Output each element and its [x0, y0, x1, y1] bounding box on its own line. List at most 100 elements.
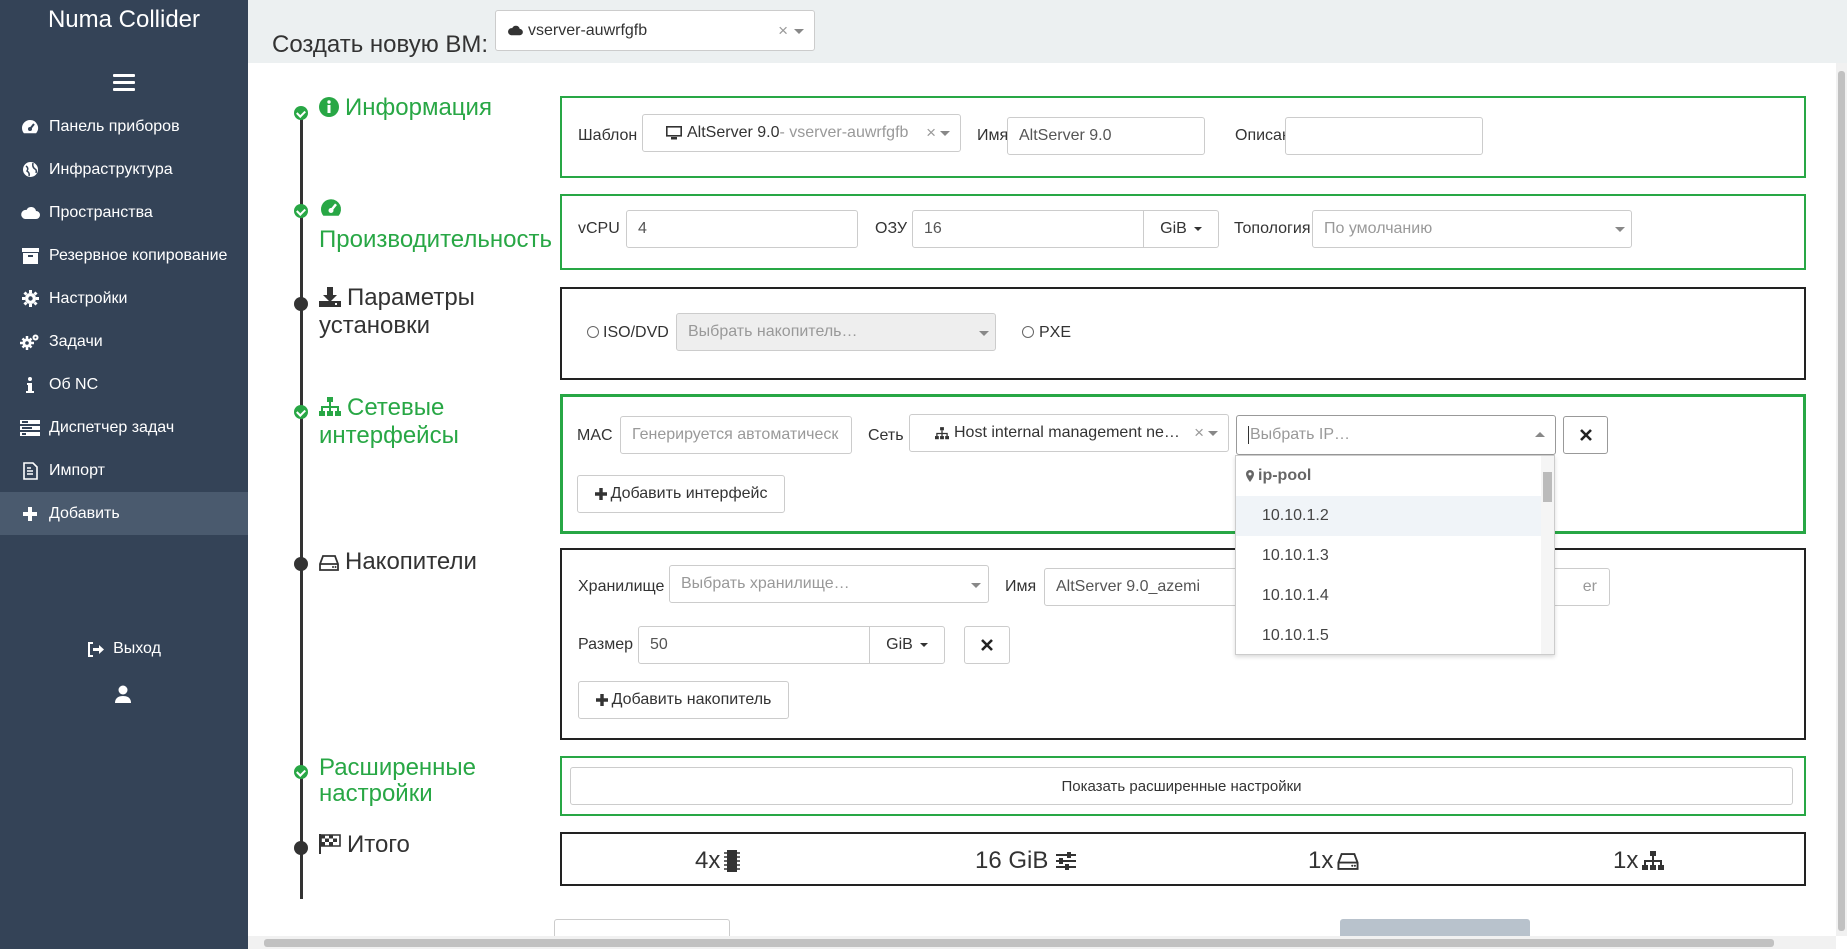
sitemap-icon: [1642, 851, 1665, 871]
section-title-install: Параметры установки: [319, 284, 475, 339]
step-pending-icon: [294, 297, 308, 311]
close-icon: [981, 639, 993, 651]
desktop-icon: [666, 126, 682, 140]
sidebar: Numa Collider Панель приборов Инфраструк…: [0, 0, 248, 949]
vcpu-input[interactable]: 4: [626, 210, 858, 248]
pxe-radio[interactable]: [1022, 326, 1034, 338]
network-select[interactable]: Host internal management ne… ×: [909, 414, 1229, 452]
chevron-down-icon[interactable]: [1208, 431, 1218, 436]
step-done-icon: [294, 204, 308, 218]
sidebar-item-spaces[interactable]: Пространства: [0, 191, 248, 234]
reset-button[interactable]: [554, 919, 730, 936]
section-title-performance: Производительность: [319, 198, 552, 253]
topology-select[interactable]: По умолчанию: [1312, 210, 1632, 248]
logout-link[interactable]: Выход: [0, 640, 248, 658]
remove-interface-button[interactable]: [1563, 416, 1608, 454]
iso-select[interactable]: Выбрать накопитель…: [676, 313, 996, 351]
template-pool: - vserver-auwrfgfb: [779, 124, 909, 141]
sidebar-item-tasks[interactable]: Задачи: [0, 320, 248, 363]
add-disk-button[interactable]: Добавить накопитель: [578, 681, 789, 719]
section-title-summary: Итого: [319, 832, 410, 860]
sidebar-item-label: Инфраструктура: [49, 160, 173, 178]
description-input[interactable]: [1285, 117, 1483, 155]
name-label: Имя: [977, 127, 1009, 144]
clear-icon[interactable]: ×: [1194, 423, 1204, 443]
close-icon: [1579, 429, 1592, 441]
ip-option[interactable]: 10.10.1.3: [1236, 536, 1554, 576]
hamburger-icon[interactable]: [113, 74, 135, 95]
hdd-icon: [1337, 852, 1359, 870]
chevron-down-icon[interactable]: [1615, 227, 1625, 232]
chevron-down-icon[interactable]: [940, 131, 950, 136]
page-vertical-scrollbar[interactable]: [1836, 63, 1847, 936]
plus-icon: [595, 694, 608, 706]
pool-select-value: vserver-auwrfgfb: [528, 21, 648, 39]
remove-disk-button[interactable]: [964, 626, 1010, 664]
summary-networks: 1x: [1613, 847, 1665, 875]
sidebar-item-dashboard[interactable]: Панель приборов: [0, 105, 248, 148]
install-panel: ISO/DVD Выбрать накопитель… PXE: [560, 287, 1806, 380]
ram-input[interactable]: 16: [912, 210, 1144, 248]
show-advanced-button[interactable]: Показать расширенные настройки: [570, 767, 1793, 805]
template-select[interactable]: AltServer 9.0 - vserver-auwrfgfb ×: [642, 114, 961, 152]
disk-name-input[interactable]: AltServer 9.0_azemi: [1044, 568, 1254, 606]
plus-icon: [594, 488, 607, 500]
iso-radio[interactable]: [587, 326, 599, 338]
mac-input[interactable]: Генерируется автоматическ: [620, 416, 852, 454]
network-label: Сеть: [868, 427, 904, 444]
network-panel: MAC Генерируется автоматическ Сеть Host …: [560, 394, 1806, 534]
cloud-icon: [20, 203, 40, 223]
name-input[interactable]: AltServer 9.0: [1007, 117, 1205, 155]
chevron-down-icon: [1193, 227, 1202, 231]
ram-unit-dropdown[interactable]: GiB: [1143, 210, 1219, 248]
dropdown-scrollbar[interactable]: [1541, 456, 1554, 654]
sidebar-item-import[interactable]: Импорт: [0, 449, 248, 492]
sidebar-item-label: Резервное копирование: [49, 246, 228, 264]
pxe-label: PXE: [1039, 324, 1072, 341]
storage-repo-select[interactable]: Выбрать хранилище…: [669, 565, 989, 603]
download-icon: [319, 287, 341, 313]
sidebar-item-settings[interactable]: Настройки: [0, 277, 248, 320]
sidebar-item-backup[interactable]: Резервное копирование: [0, 234, 248, 277]
sidebar-item-infrastructure[interactable]: Инфраструктура: [0, 148, 248, 191]
add-interface-button[interactable]: Добавить интерфейс: [577, 475, 785, 513]
sliders-icon: [1056, 852, 1077, 870]
sitemap-icon: [935, 426, 949, 440]
sidebar-item-label: Пространства: [49, 203, 153, 221]
page-title: Создать новую ВМ:: [272, 31, 489, 58]
clear-icon[interactable]: ×: [778, 21, 788, 41]
logout-label: Выход: [113, 640, 161, 657]
ip-option[interactable]: 10.10.1.4: [1236, 576, 1554, 616]
performance-panel: vCPU 4 ОЗУ 16 GiB Топология По умолчанию: [560, 194, 1806, 270]
summary-panel: 4x 16 GiB 1x 1x: [560, 832, 1806, 886]
chevron-down-icon[interactable]: [971, 583, 981, 588]
sidebar-item-about[interactable]: Об NC: [0, 363, 248, 406]
mac-label: MAC: [577, 427, 613, 444]
section-title-storage: Накопители: [319, 549, 477, 577]
chevron-down-icon[interactable]: [979, 331, 989, 336]
ip-option[interactable]: 10.10.1.5: [1236, 616, 1554, 656]
storage-panel: Хранилище Выбрать хранилище… Имя AltServ…: [560, 548, 1806, 740]
pool-select[interactable]: vserver-auwrfgfb ×: [495, 10, 815, 51]
size-input[interactable]: 50: [638, 626, 870, 664]
user-icon[interactable]: [115, 685, 131, 708]
step-pending-icon: [294, 841, 308, 855]
ip-select[interactable]: Выбрать IP…: [1236, 415, 1556, 455]
gears-icon: [20, 332, 40, 352]
sidebar-item-label: Об NC: [49, 375, 99, 393]
dashboard-icon: [319, 198, 546, 224]
sidebar-item-add[interactable]: Добавить: [0, 492, 248, 535]
dashboard-icon: [20, 117, 40, 137]
sidebar-item-task-manager[interactable]: Диспетчер задач: [0, 406, 248, 449]
ip-option[interactable]: 10.10.1.2: [1236, 496, 1554, 536]
sidebar-item-label: Панель приборов: [49, 117, 180, 135]
cloud-icon: [507, 25, 523, 36]
create-button[interactable]: [1340, 919, 1530, 936]
summary-cpu: 4x: [695, 847, 741, 875]
chevron-up-icon[interactable]: [1535, 432, 1545, 437]
clear-icon[interactable]: ×: [926, 123, 936, 143]
info-panel: Шаблон AltServer 9.0 - vserver-auwrfgfb …: [560, 96, 1806, 178]
chevron-down-icon[interactable]: [794, 29, 804, 34]
page-horizontal-scrollbar[interactable]: [248, 936, 1836, 949]
size-unit-dropdown[interactable]: GiB: [869, 626, 945, 664]
